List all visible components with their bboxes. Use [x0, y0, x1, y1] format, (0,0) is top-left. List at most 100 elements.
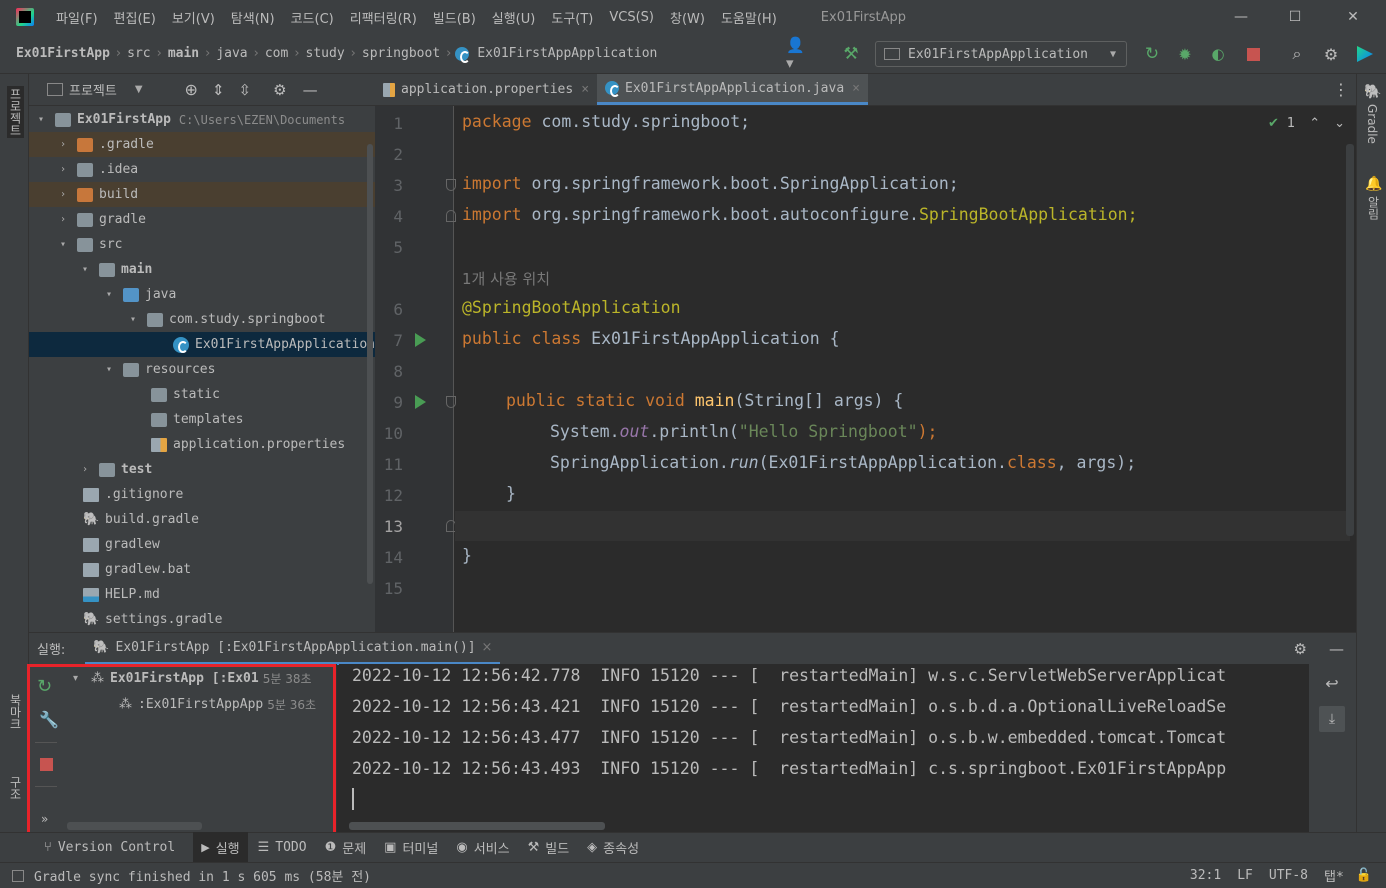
code-line[interactable]: import org.springframework.boot.SpringAp… [462, 174, 959, 193]
breadcrumb-project[interactable]: Ex01FirstApp [14, 46, 112, 61]
tree-item-idea[interactable]: › .idea [29, 157, 375, 182]
hammer-icon[interactable]: ⚒ [840, 43, 862, 65]
menu-tools[interactable]: 도구(T) [543, 8, 601, 27]
tab-version-control[interactable]: ⑂ Version Control [44, 840, 175, 855]
breadcrumb-src[interactable]: src [125, 46, 152, 61]
breadcrumb-springboot[interactable]: springboot [360, 46, 442, 61]
console-output[interactable]: 2022-10-12 12:56:42.778 INFO 15120 --- [… [339, 664, 1309, 832]
stop-icon[interactable] [1242, 43, 1264, 65]
run-config-select[interactable]: Ex01FirstAppApplication ▼ [875, 41, 1127, 67]
code-line[interactable]: SpringApplication.run(Ex01FirstAppApplic… [550, 453, 1136, 472]
status-message[interactable]: Gradle sync finished in 1 s 605 ms (58분 … [34, 866, 371, 885]
code-line[interactable]: @SpringBootApplication [462, 298, 681, 317]
tree-item-application-properties[interactable]: application.properties [29, 432, 375, 457]
gear-icon[interactable]: ⚙ [273, 81, 286, 99]
tree-item-resources[interactable]: ▾ resources [29, 357, 375, 382]
chevron-down-icon[interactable]: ⌄ [1334, 116, 1345, 131]
lock-icon[interactable]: 🔓 [1356, 868, 1372, 883]
soft-wrap-icon[interactable]: ↩ [1319, 674, 1345, 700]
console-scrollbar[interactable] [349, 822, 605, 830]
tree-item-help-md[interactable]: HELP.md [29, 582, 375, 607]
run-tab[interactable]: 🐘 Ex01FirstApp [:Ex01FirstAppApplication… [85, 633, 501, 665]
tree-item-gradlew-bat[interactable]: gradlew.bat [29, 557, 375, 582]
gear-icon[interactable]: ⚙ [1294, 640, 1307, 658]
code-line[interactable]: } [506, 484, 516, 503]
fold-icon[interactable] [446, 179, 456, 191]
minimize-icon[interactable]: — [1218, 0, 1264, 34]
tree-item-test[interactable]: › test [29, 457, 375, 482]
file-encoding[interactable]: UTF-8 [1269, 868, 1308, 883]
debug-icon[interactable]: ✹ [1174, 43, 1196, 65]
tab-problems[interactable]: ❶ 문제 [325, 838, 367, 857]
menu-navigate[interactable]: 탐색(N) [223, 8, 283, 27]
tab-main-class[interactable]: Ex01FirstAppApplication.java × [597, 74, 868, 105]
inspection-widget[interactable]: ✔ 1 ⌃ ⌄ [1268, 116, 1345, 131]
hide-icon[interactable]: — [1329, 640, 1344, 658]
settings-icon[interactable]: ⚙ [1320, 43, 1342, 65]
editor-scrollbar[interactable] [1346, 144, 1354, 536]
code-line[interactable]: public class Ex01FirstAppApplication { [462, 329, 840, 348]
menu-code[interactable]: 코드(C) [283, 8, 342, 27]
tree-item-src[interactable]: ▾ src [29, 232, 375, 257]
run-gutter-icon[interactable] [415, 333, 426, 347]
menu-file[interactable]: 파일(F) [48, 8, 106, 27]
menu-window[interactable]: 창(W) [662, 8, 713, 27]
tree-item-build[interactable]: › build [29, 182, 375, 207]
user-icon[interactable]: 👤▾ [786, 36, 808, 72]
tab-build[interactable]: ⚒ 빌드 [528, 838, 570, 857]
tab-terminal[interactable]: ▣ 터미널 [384, 838, 438, 857]
project-scrollbar[interactable] [367, 144, 373, 584]
code-line[interactable]: import org.springframework.boot.autoconf… [462, 205, 1138, 224]
tab-services[interactable]: ◉ 서비스 [456, 838, 509, 857]
expand-all-icon[interactable]: ⇕ [212, 81, 225, 99]
notifications-tool-tab[interactable]: 알림 [1365, 196, 1382, 220]
close-tab-icon[interactable]: × [581, 82, 589, 97]
code-line[interactable]: } [462, 546, 472, 565]
structure-tool-tab[interactable]: 구조 [7, 776, 24, 800]
close-tab-icon[interactable]: × [852, 81, 860, 96]
tree-item-static[interactable]: static [29, 382, 375, 407]
fold-icon[interactable] [446, 210, 456, 222]
project-tool-tab[interactable]: 프로젝트 [7, 86, 24, 138]
breadcrumb-com[interactable]: com [263, 46, 290, 61]
tree-item-gradle[interactable]: › gradle [29, 207, 375, 232]
run-gutter-icon[interactable] [415, 395, 426, 409]
chevron-up-icon[interactable]: ⌃ [1309, 116, 1320, 131]
menu-run[interactable]: 실행(U) [484, 8, 544, 27]
hide-icon[interactable]: — [303, 81, 318, 99]
indent-setting[interactable]: 탭* [1324, 866, 1344, 885]
menu-help[interactable]: 도움말(H) [713, 8, 785, 27]
maximize-icon[interactable]: ☐ [1272, 0, 1318, 34]
gradle-tool-tab[interactable]: Gradle [1365, 104, 1379, 144]
tree-item-java[interactable]: ▾ java [29, 282, 375, 307]
tree-item-dot-gradle[interactable]: › .gradle [29, 132, 375, 157]
rerun-icon[interactable]: ↻ [1141, 43, 1163, 65]
breadcrumb-main[interactable]: main [166, 46, 201, 61]
code-line[interactable]: public static void main(String[] args) { [506, 391, 903, 410]
tree-item-main-class[interactable]: Ex01FirstAppApplication [29, 332, 375, 357]
tab-dependencies[interactable]: ◈ 종속성 [587, 838, 639, 857]
menu-edit[interactable]: 편집(E) [106, 8, 164, 27]
tree-item-gitignore[interactable]: .gitignore [29, 482, 375, 507]
code-line[interactable]: package com.study.springboot; [462, 112, 750, 131]
fold-icon[interactable] [446, 396, 456, 408]
panel-toggle-icon[interactable] [12, 869, 24, 882]
locate-icon[interactable]: ⊕ [185, 80, 198, 99]
jetbrains-icon[interactable] [1354, 43, 1376, 65]
menu-refactor[interactable]: 리팩터링(R) [342, 8, 425, 27]
caret-position[interactable]: 32:1 [1190, 868, 1221, 883]
chevron-down-icon[interactable]: ▼ [135, 84, 143, 95]
breadcrumb-study[interactable]: study [304, 46, 347, 61]
close-icon[interactable]: ✕ [1330, 0, 1376, 34]
tab-todo[interactable]: ☰ TODO [258, 840, 307, 855]
line-separator[interactable]: LF [1237, 868, 1253, 883]
tab-application-properties[interactable]: application.properties × [375, 74, 597, 105]
menu-build[interactable]: 빌드(B) [425, 8, 484, 27]
more-options-icon[interactable]: ⋮ [1326, 74, 1356, 105]
code-line[interactable]: System.out.println("Hello Springboot"); [550, 422, 937, 441]
search-icon[interactable]: ⌕ [1286, 43, 1308, 65]
usage-hint[interactable]: 1개 사용 위치 [462, 268, 550, 289]
tree-item-gradlew[interactable]: gradlew [29, 532, 375, 557]
bookmarks-tool-tab[interactable]: 북마크 [7, 694, 24, 730]
tree-item-package[interactable]: ▾ com.study.springboot [29, 307, 375, 332]
